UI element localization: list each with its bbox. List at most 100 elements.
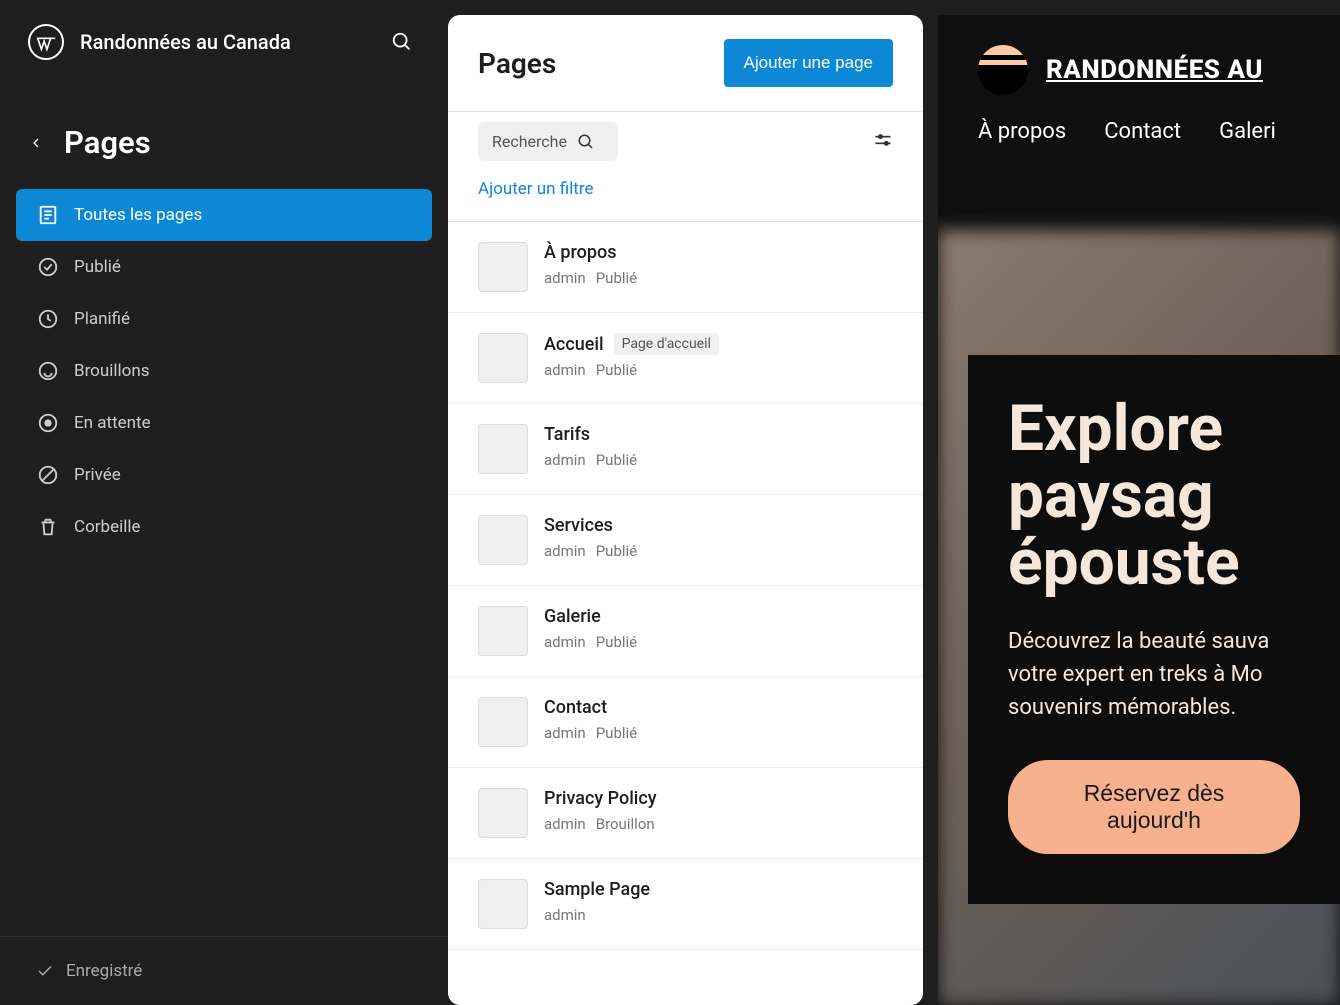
page-author: admin [544, 269, 586, 287]
page-author: admin [544, 906, 586, 924]
check-icon [36, 962, 54, 980]
page-status: Publié [596, 633, 637, 651]
nav-item-label: En attente [74, 413, 151, 433]
nav-item-label: Publié [74, 257, 121, 277]
sidebar: Randonnées au Canada Pages Toutes les pa… [0, 0, 448, 1005]
page-title: À propos [544, 242, 616, 263]
page-title: Sample Page [544, 879, 650, 900]
page-item[interactable]: Services admin Publié [448, 495, 923, 586]
page-author: admin [544, 451, 586, 469]
nav-item-published[interactable]: Publié [16, 241, 432, 293]
page-thumbnail [478, 333, 528, 383]
page-item[interactable]: À propos admin Publié [448, 222, 923, 313]
filter-button[interactable] [873, 130, 893, 154]
page-author: admin [544, 633, 586, 651]
check-circle-icon [36, 255, 60, 279]
preview-site-logo-icon[interactable] [978, 45, 1028, 95]
page-title: Accueil [544, 334, 604, 355]
page-info: Tarifs admin Publié [544, 424, 893, 469]
preview-site-title[interactable]: RANDONNÉES AU [1046, 55, 1263, 85]
draft-icon [36, 359, 60, 383]
add-filter-button[interactable]: Ajouter un filtre [448, 171, 923, 222]
page-status: Publié [596, 361, 637, 379]
page-thumbnail [478, 697, 528, 747]
page-title: Privacy Policy [544, 788, 657, 809]
page-item[interactable]: Tarifs admin Publié [448, 404, 923, 495]
page-thumbnail [478, 515, 528, 565]
page-title: Services [544, 515, 613, 536]
page-title: Tarifs [544, 424, 590, 445]
add-page-button[interactable]: Ajouter une page [724, 39, 894, 87]
preview-hero: Explore paysag épouste Découvrez la beau… [968, 355, 1340, 904]
preview-cta-button[interactable]: Réservez dès aujourd'h [1008, 760, 1300, 854]
page-title: Contact [544, 697, 607, 718]
page-info: Privacy Policy admin Brouillon [544, 788, 893, 833]
clock-icon [36, 307, 60, 331]
panel-toolbar: Recherche [448, 111, 923, 171]
nav-item-label: Corbeille [74, 517, 141, 537]
page-info: Contact admin Publié [544, 697, 893, 742]
page-status: Publié [596, 451, 637, 469]
preview-nav-gallery[interactable]: Galeri [1219, 119, 1276, 144]
site-title[interactable]: Randonnées au Canada [80, 30, 368, 54]
sliders-icon [873, 130, 893, 150]
page-author: admin [544, 542, 586, 560]
nav-title-row: Pages [16, 124, 432, 189]
search-input[interactable]: Recherche [478, 122, 618, 161]
chevron-left-icon [28, 135, 44, 151]
wordpress-logo-icon[interactable] [28, 24, 64, 60]
nav-item-label: Brouillons [74, 361, 150, 381]
panel-title: Pages [478, 47, 556, 80]
page-thumbnail [478, 606, 528, 656]
panel-header: Pages Ajouter une page [448, 15, 923, 111]
not-allowed-icon [36, 463, 60, 487]
preview-nav-contact[interactable]: Contact [1104, 119, 1181, 144]
pages-panel: Pages Ajouter une page Recherche Ajouter… [448, 15, 923, 1005]
saved-status: Enregistré [66, 961, 142, 981]
page-thumbnail [478, 788, 528, 838]
page-author: admin [544, 361, 586, 379]
page-info: Accueil Page d'accueil admin Publié [544, 333, 893, 379]
search-button[interactable] [384, 24, 420, 60]
page-status: Publié [596, 724, 637, 742]
back-button[interactable] [28, 135, 44, 151]
page-item[interactable]: Sample Page admin [448, 859, 923, 950]
page-thumbnail [478, 879, 528, 929]
page-thumbnail [478, 242, 528, 292]
page-status: Publié [596, 269, 637, 287]
preview-logo-row: RANDONNÉES AU [978, 45, 1300, 95]
nav-item-scheduled[interactable]: Planifié [16, 293, 432, 345]
page-list-icon [36, 203, 60, 227]
nav-item-label: Toutes les pages [74, 205, 202, 225]
preview-hero-text: Découvrez la beauté sauva votre expert e… [1008, 625, 1300, 724]
sidebar-header: Randonnées au Canada [0, 0, 448, 84]
page-title: Galerie [544, 606, 601, 627]
preview-hero-title: Explore paysag épouste [1008, 395, 1300, 597]
pending-icon [36, 411, 60, 435]
sidebar-footer: Enregistré [0, 936, 448, 1005]
page-author: admin [544, 815, 586, 833]
search-icon [577, 133, 595, 151]
page-info: À propos admin Publié [544, 242, 893, 287]
search-placeholder: Recherche [492, 132, 567, 151]
page-badge: Page d'accueil [614, 333, 719, 355]
nav-item-private[interactable]: Privée [16, 449, 432, 501]
page-thumbnail [478, 424, 528, 474]
nav-item-all-pages[interactable]: Toutes les pages [16, 189, 432, 241]
page-info: Galerie admin Publié [544, 606, 893, 651]
page-status: Publié [596, 542, 637, 560]
page-item[interactable]: Accueil Page d'accueil admin Publié [448, 313, 923, 404]
preview-nav-about[interactable]: À propos [978, 119, 1066, 144]
nav-item-label: Planifié [74, 309, 130, 329]
preview-frame: RANDONNÉES AU À propos Contact Galeri Ex… [938, 15, 1340, 1005]
nav-item-trash[interactable]: Corbeille [16, 501, 432, 553]
page-info: Services admin Publié [544, 515, 893, 560]
page-status: Brouillon [596, 815, 655, 833]
nav-section: Pages Toutes les pages Publié Planifié B… [0, 84, 448, 553]
nav-item-pending[interactable]: En attente [16, 397, 432, 449]
page-author: admin [544, 724, 586, 742]
page-item[interactable]: Galerie admin Publié [448, 586, 923, 677]
page-item[interactable]: Contact admin Publié [448, 677, 923, 768]
nav-item-drafts[interactable]: Brouillons [16, 345, 432, 397]
page-item[interactable]: Privacy Policy admin Brouillon [448, 768, 923, 859]
